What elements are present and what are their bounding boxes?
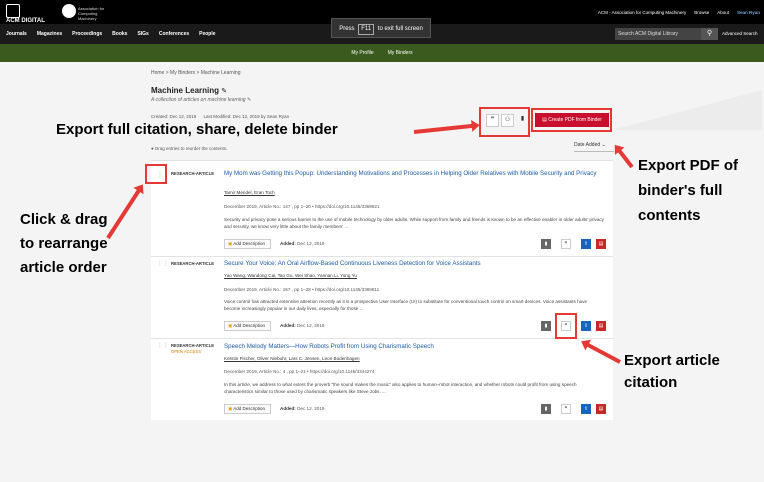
add-description-button[interactable]: ▣ Add Description bbox=[224, 404, 271, 414]
open-access-badge: OPEN ACCESS bbox=[171, 349, 202, 354]
share-icon: ⇪ bbox=[583, 241, 589, 247]
subnav-my-binders[interactable]: My Binders bbox=[388, 50, 413, 56]
edit-title-icon[interactable]: ✎ bbox=[221, 88, 227, 95]
article-authors[interactable]: Yao Wang, Wandong Cai, Tao Gu, Wei Shao,… bbox=[224, 273, 357, 278]
pencil-icon: ▣ bbox=[228, 406, 233, 411]
top-links: ACM - Association for Computing Machiner… bbox=[590, 0, 760, 24]
binder-subtitle: A collection of articles on machine lear… bbox=[151, 97, 252, 103]
nav-books[interactable]: Books bbox=[112, 31, 127, 37]
top-link-acm[interactable]: ACM - Association for Computing Machiner… bbox=[598, 10, 686, 15]
f11-key: F11 bbox=[358, 24, 375, 35]
fullscreen-message: Press F11 to exit full screen bbox=[331, 18, 431, 38]
share-icon: ⇪ bbox=[583, 406, 589, 412]
acm-association-logo[interactable]: Association for Computing Machinery bbox=[62, 3, 112, 21]
search-button[interactable]: ⚲ bbox=[701, 28, 718, 40]
quote-icon: ❞ bbox=[564, 406, 568, 412]
annotation-export-pdf: Export PDF of binder's full contents bbox=[638, 157, 738, 224]
article-title-link[interactable]: My Mom was Getting this Popup: Understan… bbox=[224, 170, 604, 178]
share-icon: ⇪ bbox=[583, 323, 589, 329]
article-abstract: Security and privacy pose a serious barr… bbox=[224, 217, 604, 229]
search-icon: ⚲ bbox=[706, 30, 713, 37]
article-card: ⋮⋮ RESEARCH-ARTICLE My Mom was Getting t… bbox=[151, 160, 613, 256]
highlight-drag-handle bbox=[145, 164, 167, 184]
drag-handle-icon[interactable]: ⋮⋮ bbox=[157, 260, 169, 267]
nav-people[interactable]: People bbox=[199, 31, 215, 37]
article-delete-button[interactable]: ▮ bbox=[541, 321, 551, 331]
annotation-export-share: Export full citation, share, delete bind… bbox=[56, 121, 338, 138]
decorative-shape bbox=[612, 90, 762, 130]
article-card: ⋮⋮ RESEARCH-ARTICLE OPEN ACCESS Speech M… bbox=[151, 338, 613, 420]
highlight-export-citation bbox=[555, 313, 577, 339]
binder-dates: Created: Dec 12, 2019 Last Modified: Dec… bbox=[151, 114, 290, 119]
user-name-link[interactable]: Sean Ryan bbox=[737, 10, 760, 15]
article-meta: December 2019, Article No.: 4 , pp 1–21 … bbox=[224, 369, 375, 374]
drag-hint: ● Drag entries to reorder the contents. bbox=[151, 146, 228, 151]
article-pdf-button[interactable]: ▤ bbox=[596, 321, 606, 331]
article-share-button[interactable]: ⇪ bbox=[581, 321, 591, 331]
acm-seal-icon bbox=[62, 4, 76, 18]
nav-magazines[interactable]: Magazines bbox=[37, 31, 62, 37]
article-title-link[interactable]: Secure Your Voice: An Oral Airflow-Based… bbox=[224, 260, 604, 268]
nav-proceedings[interactable]: Proceedings bbox=[72, 31, 102, 37]
drag-handle-icon[interactable]: ⋮⋮ bbox=[157, 342, 169, 349]
article-abstract: In this article, we address to what exte… bbox=[224, 382, 577, 394]
article-export-citation-button[interactable]: ❞ bbox=[561, 404, 571, 414]
added-date: Added: Dec 12, 2019 bbox=[280, 406, 325, 411]
nav-journals[interactable]: Journals bbox=[6, 31, 27, 37]
added-date: Added: Dec 12, 2019 bbox=[280, 323, 325, 328]
sub-nav: My Profile My Binders bbox=[0, 44, 764, 62]
article-meta: December 2019, Article No.: 157 , pp 1–2… bbox=[224, 287, 380, 292]
article-meta: December 2019, Article No.: 147 , pp 1–2… bbox=[224, 204, 380, 209]
article-export-citation-button[interactable]: ❞ bbox=[561, 239, 571, 249]
article-pdf-button[interactable]: ▤ bbox=[596, 404, 606, 414]
nav-sigs[interactable]: SIGs bbox=[137, 31, 148, 37]
article-abstract: Voice control has attracted extensive at… bbox=[224, 299, 588, 311]
chevron-down-icon: ⌄ bbox=[601, 142, 606, 148]
annotation-drag: Click & drag to rearrange article order bbox=[20, 211, 108, 276]
nav-conferences[interactable]: Conferences bbox=[159, 31, 189, 37]
edit-subtitle-icon[interactable]: ✎ bbox=[247, 97, 251, 103]
article-authors[interactable]: Kerstin Fischer, Oliver Niebuhr, Lars C.… bbox=[224, 356, 360, 361]
highlight-pdf-button bbox=[531, 108, 612, 132]
subnav-my-profile[interactable]: My Profile bbox=[351, 50, 373, 56]
pdf-icon: ▤ bbox=[598, 241, 604, 247]
add-description-button[interactable]: ▣ Add Description bbox=[224, 321, 271, 331]
trash-icon: ▮ bbox=[544, 241, 548, 247]
pdf-icon: ▤ bbox=[598, 406, 604, 412]
pdf-icon: ▤ bbox=[598, 323, 604, 329]
breadcrumb[interactable]: Home > My Binders > Machine Learning bbox=[151, 70, 241, 76]
pencil-icon: ▣ bbox=[228, 241, 233, 246]
info-icon: ● bbox=[151, 146, 154, 151]
article-delete-button[interactable]: ▮ bbox=[541, 404, 551, 414]
acm-dl-logo[interactable]: ACM DIGITAL LIBRARY bbox=[6, 4, 58, 31]
trash-icon: ▮ bbox=[544, 323, 548, 329]
article-pdf-button[interactable]: ▤ bbox=[596, 239, 606, 249]
sort-select[interactable]: Date Added ⌄ bbox=[574, 142, 614, 152]
added-date: Added: Dec 12, 2019 bbox=[280, 241, 325, 246]
article-authors[interactable]: Tamir Mendel, Eran Toch bbox=[224, 190, 275, 195]
top-link-browse[interactable]: Browse bbox=[694, 10, 709, 15]
highlight-binder-tools bbox=[479, 107, 530, 137]
add-description-button[interactable]: ▣ Add Description bbox=[224, 239, 271, 249]
pencil-icon: ▣ bbox=[228, 323, 233, 328]
article-title-link[interactable]: Speech Melody Matters—How Robots Profit … bbox=[224, 343, 604, 351]
quote-icon: ❞ bbox=[564, 241, 568, 247]
acm-logo-icon bbox=[6, 4, 20, 18]
article-card: ⋮⋮ RESEARCH-ARTICLE Secure Your Voice: A… bbox=[151, 256, 613, 338]
article-delete-button[interactable]: ▮ bbox=[541, 239, 551, 249]
top-link-about[interactable]: About bbox=[717, 10, 729, 15]
article-share-button[interactable]: ⇪ bbox=[581, 239, 591, 249]
binder-title: Machine Learning ✎ bbox=[151, 86, 228, 95]
advanced-search-link[interactable]: Advanced Search bbox=[722, 28, 758, 40]
article-share-button[interactable]: ⇪ bbox=[581, 404, 591, 414]
annotation-export-article: Export article citation bbox=[624, 352, 720, 391]
trash-icon: ▮ bbox=[544, 406, 548, 412]
